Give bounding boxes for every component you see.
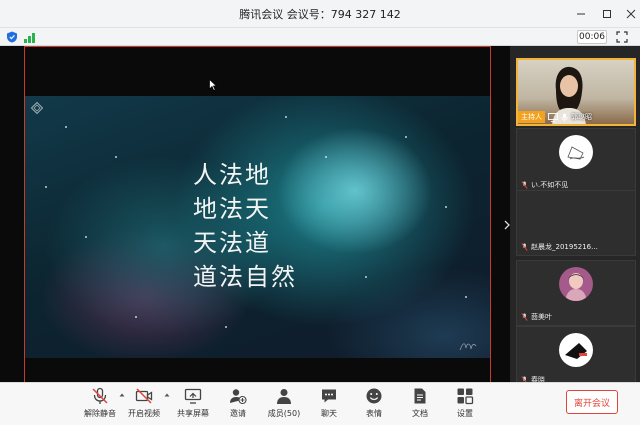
invite-button[interactable]: 邀请 bbox=[216, 387, 260, 421]
title-bar: 腾讯会议 会议号：794 327 142 bbox=[0, 0, 640, 28]
presentation-slide: 人法地 地法天 天法道 道法自然 bbox=[25, 96, 490, 358]
slide-line: 天法道 bbox=[193, 229, 271, 257]
members-button[interactable]: 成员(50) bbox=[262, 387, 306, 421]
toolbar-label: 共享屏幕 bbox=[177, 409, 209, 418]
signal-icon[interactable] bbox=[24, 31, 36, 43]
participant-name: い.不如不见 bbox=[531, 181, 569, 189]
settings-button[interactable]: 设置 bbox=[443, 387, 487, 421]
share-screen-button[interactable]: 共享屏幕 bbox=[171, 387, 215, 421]
host-video-tile[interactable]: 主持人 郭璐昭 bbox=[516, 58, 636, 126]
toolbar-label: 邀请 bbox=[230, 409, 246, 418]
participant-tile[interactable]: 赵晨龙_20195216... bbox=[516, 190, 636, 256]
share-screen-icon bbox=[184, 388, 202, 404]
slide-logo-icon bbox=[31, 102, 43, 114]
toolbar-label: 聊天 bbox=[321, 409, 337, 418]
mic-muted-icon bbox=[92, 387, 108, 404]
document-button[interactable]: 文档 bbox=[398, 387, 442, 421]
invite-icon bbox=[230, 389, 247, 405]
host-info-bar: 主持人 郭璐昭 bbox=[518, 110, 634, 124]
leave-meeting-button[interactable]: 离开会议 bbox=[566, 390, 618, 414]
close-icon bbox=[626, 9, 636, 19]
chat-button[interactable]: 聊天 bbox=[307, 387, 351, 421]
minimize-button[interactable] bbox=[568, 0, 594, 28]
slide-text: 人法地 地法天 天法道 道法自然 bbox=[193, 158, 297, 294]
toolbar-label: 文档 bbox=[412, 409, 428, 418]
participant-name: 茴美叶 bbox=[531, 313, 552, 321]
screen-share-icon bbox=[548, 112, 558, 122]
video-options-caret[interactable] bbox=[164, 392, 170, 398]
video-off-icon bbox=[135, 388, 153, 404]
toolbar-label: 表情 bbox=[366, 409, 382, 418]
emoji-button[interactable]: 表情 bbox=[352, 387, 396, 421]
toolbar-label: 成员(50) bbox=[267, 409, 301, 418]
participant-tile[interactable]: 茴美叶 bbox=[516, 260, 636, 326]
close-button[interactable] bbox=[618, 0, 640, 28]
avatar bbox=[559, 333, 593, 367]
chevron-right-icon bbox=[504, 220, 510, 230]
shield-icon[interactable] bbox=[6, 31, 18, 43]
maximize-button[interactable] bbox=[594, 0, 620, 28]
caret-up-icon bbox=[164, 393, 170, 397]
settings-icon bbox=[457, 388, 474, 405]
mic-muted-icon bbox=[521, 313, 528, 321]
signature-mark bbox=[459, 343, 477, 351]
avatar bbox=[559, 135, 593, 169]
slide-line: 道法自然 bbox=[193, 263, 297, 291]
mic-muted-icon bbox=[521, 181, 528, 189]
mic-muted-icon bbox=[521, 243, 528, 251]
chat-icon bbox=[322, 389, 336, 403]
unmute-button[interactable]: 解除静音 bbox=[78, 387, 122, 421]
collapse-panel-button[interactable] bbox=[500, 216, 514, 234]
avatar bbox=[559, 267, 593, 301]
slide-line: 人法地 bbox=[193, 161, 271, 189]
minimize-icon bbox=[577, 13, 585, 15]
mouse-cursor-icon bbox=[209, 79, 217, 91]
host-badge: 主持人 bbox=[518, 111, 545, 123]
host-name: 郭璐昭 bbox=[571, 113, 592, 121]
mic-icon bbox=[561, 113, 568, 121]
participant-tile[interactable]: 春晓 bbox=[516, 326, 636, 384]
meeting-timer: 00:06 bbox=[577, 30, 607, 44]
emoji-icon bbox=[366, 388, 382, 404]
participant-name: 赵晨龙_20195216... bbox=[531, 243, 598, 251]
window-title: 腾讯会议 会议号：794 327 142 bbox=[239, 7, 401, 21]
fullscreen-icon[interactable] bbox=[616, 31, 628, 43]
slide-line: 地法天 bbox=[193, 195, 271, 223]
document-icon bbox=[414, 388, 426, 404]
toolbar-label: 解除静音 bbox=[84, 409, 116, 418]
toolbar-label: 设置 bbox=[457, 409, 473, 418]
toolbar-label: 开启视频 bbox=[128, 409, 160, 418]
status-bar: 00:06 bbox=[0, 28, 640, 46]
start-video-button[interactable]: 开启视频 bbox=[122, 387, 166, 421]
members-icon bbox=[277, 389, 291, 404]
participant-tile[interactable]: い.不如不见 bbox=[516, 128, 636, 194]
maximize-icon bbox=[603, 10, 611, 18]
